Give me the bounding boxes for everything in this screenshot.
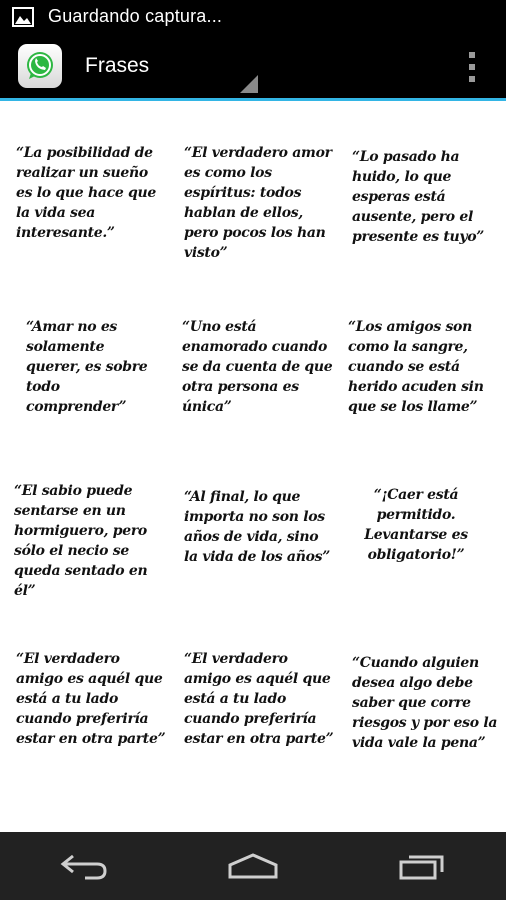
quote-card[interactable]: “¡Caer está permitido. Levantarse es obl…: [356, 485, 476, 650]
quote-card[interactable]: “El verdadero amigo es aquél que está a …: [16, 649, 166, 814]
quote-card[interactable]: “La posibilidad de realizar un sueño es …: [16, 143, 166, 308]
quote-card[interactable]: “Cuando alguien desea algo debe saber qu…: [352, 653, 502, 818]
quotes-grid: “La posibilidad de realizar un sueño es …: [0, 101, 506, 832]
status-bar: Guardando captura...: [0, 0, 506, 33]
back-icon[interactable]: [54, 846, 114, 886]
quote-card[interactable]: “El sabio puede sentarse en un hormiguer…: [14, 481, 166, 646]
quote-card[interactable]: “Lo pasado ha huido, lo que esperas está…: [352, 147, 500, 312]
quote-card[interactable]: “El verdadero amigo es aquél que está a …: [184, 649, 334, 814]
quote-card[interactable]: “Al final, lo que importa no son los año…: [184, 487, 334, 652]
image-icon: [12, 6, 34, 27]
recent-apps-icon[interactable]: [392, 846, 452, 886]
spinner-indicator-icon[interactable]: [240, 75, 258, 93]
status-notification-text: Guardando captura...: [48, 6, 223, 26]
quote-card[interactable]: “El verdadero amor es como los espíritus…: [184, 143, 336, 308]
navigation-bar: [0, 832, 506, 900]
whatsapp-icon[interactable]: [18, 43, 62, 88]
home-icon[interactable]: [223, 846, 283, 886]
quote-card[interactable]: “Uno está enamorado cuando se da cuenta …: [182, 317, 334, 482]
overflow-menu-icon[interactable]: [468, 52, 476, 82]
quote-card[interactable]: “Amar no es solamente querer, es sobre t…: [26, 317, 154, 482]
app-title[interactable]: Frases: [85, 54, 149, 78]
quote-card[interactable]: “Los amigos son como la sangre, cuando s…: [348, 317, 504, 482]
